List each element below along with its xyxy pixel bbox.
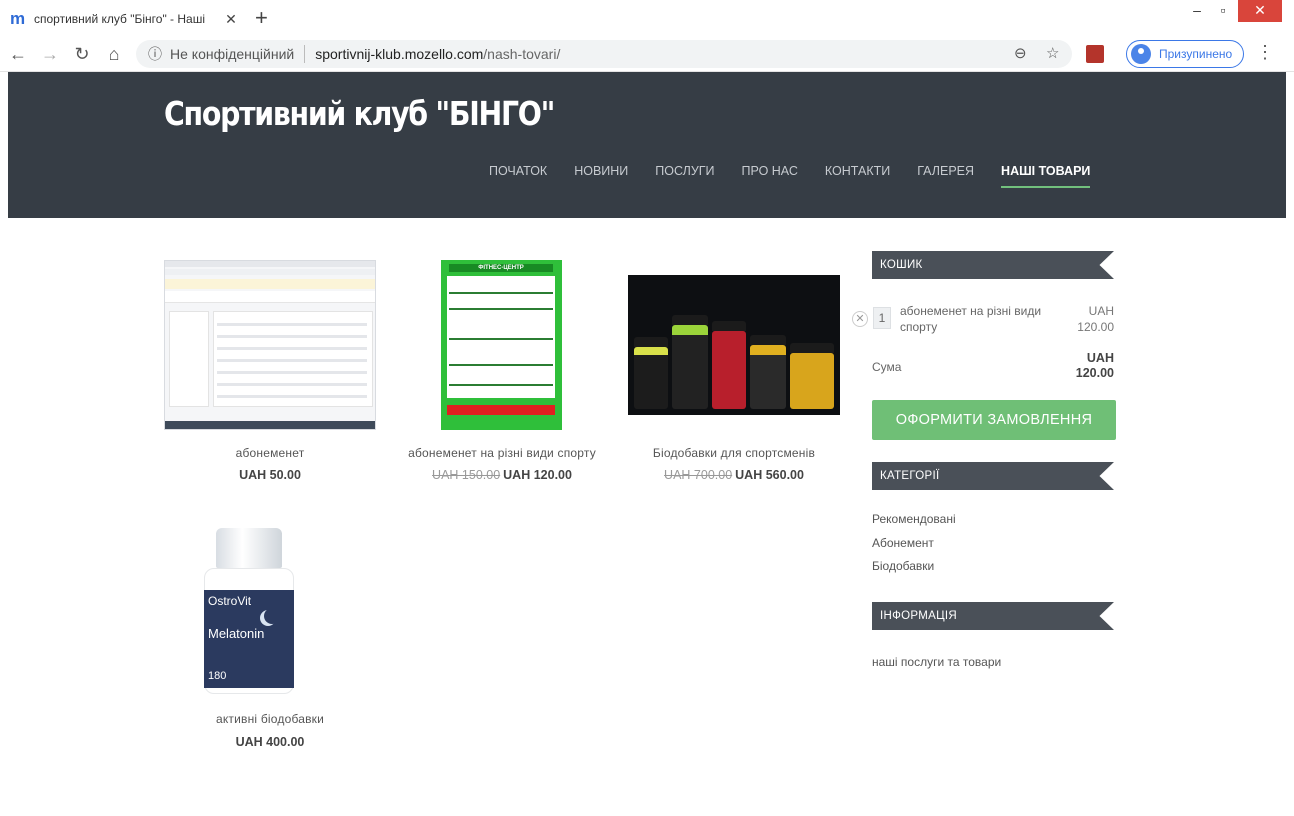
not-secure-label: Не конфіденційний xyxy=(170,46,295,62)
home-icon[interactable]: ⌂ xyxy=(102,42,126,66)
product-image[interactable] xyxy=(164,260,376,430)
nav-services[interactable]: ПОСЛУГИ xyxy=(655,164,714,188)
categories-heading: КАТЕГОРІЇ xyxy=(872,462,1114,490)
nav-contacts[interactable]: КОНТАКТИ xyxy=(825,164,890,188)
site-title[interactable]: Спортивний клуб "БІНГО" xyxy=(164,94,555,133)
price-current: UAH 50.00 xyxy=(239,468,301,482)
product-price: UAH 150.00 UAH 120.00 xyxy=(376,468,628,482)
sum-value: UAH 120.00 xyxy=(1050,351,1114,381)
product-image[interactable] xyxy=(628,275,840,415)
zoom-icon[interactable]: ⊖ xyxy=(1014,44,1027,62)
avatar-icon xyxy=(1131,44,1151,64)
price-current: UAH 400.00 xyxy=(235,735,305,749)
product-name[interactable]: Біодобавки для спортсменів xyxy=(608,446,860,460)
category-link-membership[interactable]: Абонемент xyxy=(872,536,934,550)
sum-label: Сума xyxy=(872,360,902,374)
minimize-icon[interactable]: – xyxy=(1186,0,1208,22)
url-path: /nash-tovari/ xyxy=(483,46,561,62)
restore-icon[interactable]: ▫ xyxy=(1212,0,1234,22)
price-current: UAH 560.00 xyxy=(735,468,804,482)
product-name[interactable]: абонеменет xyxy=(144,446,396,460)
product-image[interactable]: ФІТНЕС-ЦЕНТР xyxy=(441,260,562,430)
forward-arrow-icon[interactable]: → xyxy=(38,42,62,66)
mozello-favicon-icon: m xyxy=(10,9,26,28)
checkout-button[interactable]: ОФОРМИТИ ЗАМОВЛЕННЯ xyxy=(872,400,1116,440)
main-nav: ПОЧАТОК НОВИНИ ПОСЛУГИ ПРО НАС КОНТАКТИ … xyxy=(489,164,1117,188)
omnibox-divider xyxy=(304,45,306,63)
cart-item-amount: 120.00 xyxy=(1077,320,1114,334)
browser-menu-icon[interactable]: ⋮ xyxy=(1256,42,1274,63)
product-price: UAH 50.00 xyxy=(144,468,396,482)
product-price: UAH 700.00 UAH 560.00 xyxy=(608,468,860,482)
product-name[interactable]: активні біодобавки xyxy=(144,712,396,726)
cart-item-price: UAH 120.00 xyxy=(1062,303,1114,335)
sum-amount: 120.00 xyxy=(1075,366,1114,380)
site-info-icon[interactable]: ⓘ xyxy=(148,44,162,64)
bottle-brand: OstroVit xyxy=(208,594,252,608)
profile-label: Призупинено xyxy=(1159,47,1233,61)
nav-news[interactable]: НОВИНИ xyxy=(574,164,628,188)
bookmark-star-icon[interactable]: ☆ xyxy=(1046,44,1059,62)
back-arrow-icon[interactable]: ← xyxy=(6,42,30,66)
reload-icon[interactable]: ↻ xyxy=(70,42,94,66)
browser-toolbar: ← → ↻ ⌂ ⓘ Не конфіденційний sportivnij-k… xyxy=(0,36,1294,72)
product-name[interactable]: абонеменет на різні види спорту xyxy=(376,446,628,460)
nav-about[interactable]: ПРО НАС xyxy=(742,164,798,188)
category-link-supplements[interactable]: Біодобавки xyxy=(872,559,934,573)
remove-item-icon[interactable]: ✕ xyxy=(852,311,868,327)
bottle-product-name: Melatonin xyxy=(208,626,265,641)
browser-tabbar: m спортивний клуб "Бінго" - Наші ✕ + – ▫… xyxy=(0,0,1294,36)
nav-gallery[interactable]: ГАЛЕРЕЯ xyxy=(917,164,974,188)
info-link[interactable]: наші послуги та товари xyxy=(872,655,1001,669)
site-header: Спортивний клуб "БІНГО" ПОЧАТОК НОВИНИ П… xyxy=(8,72,1286,218)
browser-tab[interactable]: m спортивний клуб "Бінго" - Наші ✕ xyxy=(0,4,240,34)
cart-quantity[interactable]: 1 xyxy=(873,307,891,329)
price-old: UAH 150.00 xyxy=(432,468,501,482)
price-current: UAH 120.00 xyxy=(503,468,572,482)
nav-our-products[interactable]: НАШІ ТОВАРИ xyxy=(1001,164,1091,188)
bottle-count: 180 xyxy=(208,670,227,682)
url-domain: sportivnij-klub.mozello.com xyxy=(315,46,484,62)
tab-title: спортивний клуб "Бінго" - Наші xyxy=(34,12,206,26)
product-price: UAH 400.00 xyxy=(144,735,396,749)
address-bar[interactable]: ⓘ Не конфіденційний sportivnij-klub.moze… xyxy=(136,40,1072,68)
profile-button[interactable]: Призупинено xyxy=(1126,40,1244,68)
poster-title: ФІТНЕС-ЦЕНТР xyxy=(449,264,553,272)
new-tab-icon[interactable]: + xyxy=(255,5,268,31)
cart-item-name[interactable]: абонеменет на різні види спорту xyxy=(900,303,1060,335)
cart-heading: КОШИК xyxy=(872,251,1114,279)
product-image[interactable]: OstroVit Melatonin 180 xyxy=(164,528,376,698)
bottle-cap xyxy=(216,528,282,568)
close-tab-icon[interactable]: ✕ xyxy=(222,11,240,28)
cart-item-currency: UAH xyxy=(1088,304,1114,318)
nav-home[interactable]: ПОЧАТОК xyxy=(489,164,547,188)
info-heading: ІНФОРМАЦІЯ xyxy=(872,602,1114,630)
sum-currency: UAH xyxy=(1086,351,1114,365)
pdf-extension-icon[interactable] xyxy=(1086,45,1104,63)
moon-icon xyxy=(264,608,280,624)
category-link-recommended[interactable]: Рекомендовані xyxy=(872,512,956,526)
price-old: UAH 700.00 xyxy=(664,468,733,482)
window-close-icon[interactable]: ✕ xyxy=(1238,0,1282,22)
bottle-label: OstroVit Melatonin 180 xyxy=(204,590,294,688)
